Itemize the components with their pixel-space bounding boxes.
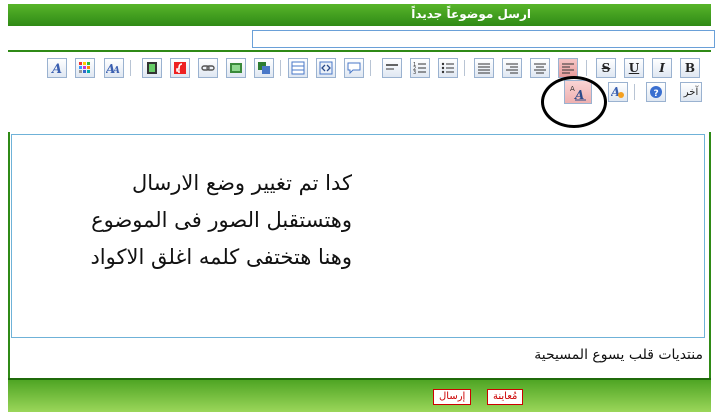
horizontal-rule-button[interactable] [382, 58, 402, 78]
horizontal-rule-icon [386, 64, 398, 70]
toolbar-separator [586, 60, 587, 76]
form-title: ارسل موضوعاً جديداً [411, 7, 531, 21]
toolbar-separator [280, 60, 281, 76]
font-size-button[interactable]: AA [104, 58, 124, 78]
message-text: كدا تم تغيير وضع الارسال وهتستقبل الصور … [90, 165, 352, 276]
underline-label: U [628, 61, 640, 75]
toolbar-separator [634, 84, 635, 100]
other-label: آخر [683, 86, 699, 98]
italic-label: I [659, 61, 665, 75]
toolbar-separator [370, 60, 371, 76]
link-icon [201, 65, 215, 71]
bold-label: B [684, 61, 696, 75]
video-button[interactable] [142, 58, 162, 78]
help-icon: ? [650, 86, 662, 99]
justify-button[interactable] [474, 58, 494, 78]
other-button[interactable]: آخر [680, 82, 702, 102]
svg-text:?: ? [654, 89, 659, 99]
form-title-bar: ارسل موضوعاً جديداً [8, 4, 711, 27]
toolbar-separator [130, 60, 131, 76]
remove-format-button[interactable]: A [608, 82, 628, 102]
font-size-icon: AA [106, 62, 120, 75]
align-left-button[interactable] [558, 58, 578, 78]
remove-format-icon: A [611, 85, 624, 99]
forum-name: منتديات قلب يسوع المسيحية [534, 347, 703, 363]
align-left-icon [562, 63, 574, 74]
subject-input[interactable] [252, 30, 715, 48]
table-button[interactable] [288, 58, 308, 78]
strikethrough-label: S [601, 61, 611, 75]
align-right-icon [506, 63, 518, 74]
post-form: ارسل موضوعاً جديداً A AA 1 2 3 S U I B A… [0, 0, 719, 412]
font-face-icon: A [50, 62, 62, 75]
align-right-button[interactable] [502, 58, 522, 78]
align-center-button[interactable] [530, 58, 550, 78]
unordered-list-button[interactable] [438, 58, 458, 78]
svg-text:A: A [50, 62, 62, 75]
table-icon [291, 61, 305, 75]
underline-button[interactable]: U [624, 58, 644, 78]
message-line: وهتستقبل الصور فى الموضوع [91, 208, 352, 232]
flash-button[interactable] [170, 58, 190, 78]
images-icon [258, 62, 270, 74]
toolbar-separator [464, 60, 465, 76]
color-palette-icon [79, 62, 90, 73]
subject-row [8, 26, 715, 52]
help-button[interactable]: ? [646, 82, 666, 102]
font-face-button[interactable]: A [47, 58, 67, 78]
svg-text:3: 3 [413, 70, 416, 75]
message-line: كدا تم تغيير وضع الارسال [132, 171, 352, 195]
bottom-action-bar: إرسال مُعاينة [8, 378, 711, 412]
ordered-list-icon: 123 [413, 62, 426, 75]
film-icon [147, 62, 157, 74]
message-line: وهنا هتختفى كلمه اغلق الاكواد [90, 245, 352, 269]
unordered-list-icon [441, 62, 454, 74]
highlight-circle [541, 76, 607, 128]
code-icon [319, 61, 333, 75]
color-palette-button[interactable] [75, 58, 95, 78]
attach-image-button[interactable] [254, 58, 274, 78]
preview-button[interactable]: مُعاينة [487, 389, 524, 405]
message-editor[interactable]: كدا تم تغيير وضع الارسال وهتستقبل الصور … [11, 134, 705, 338]
flash-icon [174, 62, 186, 74]
image-button[interactable] [226, 58, 246, 78]
quote-bubble-icon [347, 62, 361, 75]
bold-button[interactable]: B [680, 58, 700, 78]
code-button[interactable] [316, 58, 336, 78]
image-icon [230, 63, 242, 73]
svg-text:A: A [112, 66, 120, 75]
align-justify-icon [478, 63, 490, 74]
italic-button[interactable]: I [652, 58, 672, 78]
link-button[interactable] [198, 58, 218, 78]
quote-button[interactable] [344, 58, 364, 78]
align-center-icon [534, 63, 546, 74]
send-button[interactable]: إرسال [433, 389, 472, 405]
ordered-list-button[interactable]: 123 [410, 58, 430, 78]
strikethrough-button[interactable]: S [596, 58, 616, 78]
